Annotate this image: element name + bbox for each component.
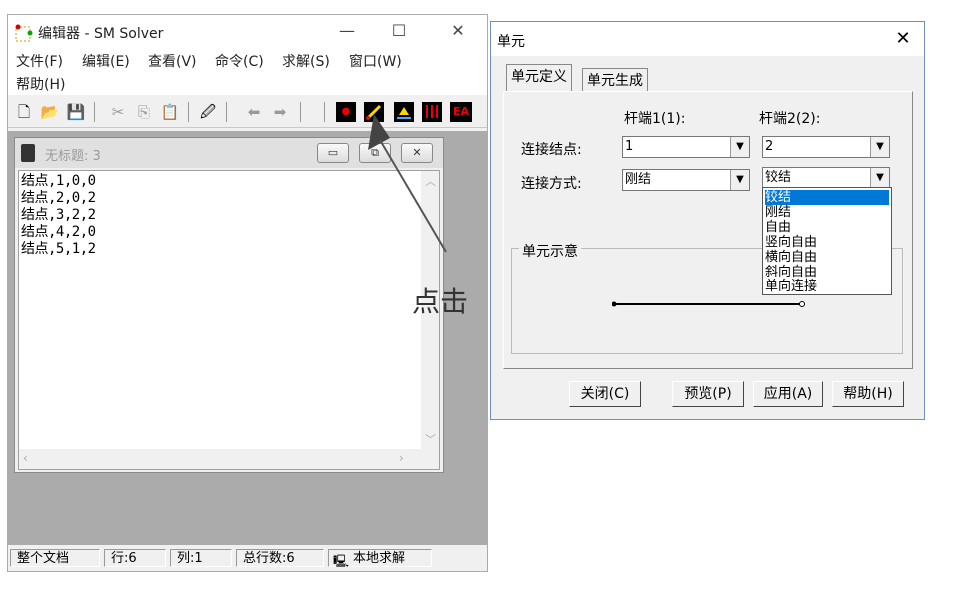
close-button[interactable]: ✕ [444,19,472,43]
end1-mode-select[interactable]: 刚结 ▼ [622,169,750,191]
save-icon[interactable]: 💾 [66,102,86,122]
preview-button[interactable]: 预览(P) [672,381,744,407]
toolbar-separator [324,102,325,122]
editor-title: 编辑器 - SM Solver [38,26,164,42]
editor-titlebar[interactable]: 编辑器 - SM Solver — ☐ ✕ [8,15,487,49]
end1-node-value: 1 [625,139,634,154]
tab-element-definition[interactable]: 单元定义 [506,64,572,91]
menu-edit[interactable]: 编辑(E) [82,51,130,71]
dropdown-option[interactable]: 刚结 [765,205,889,220]
close-dialog-button[interactable]: 关闭(C) [569,381,641,407]
chevron-down-icon[interactable]: ▼ [870,137,889,157]
status-bar: 整个文档 行:6 列:1 总行数:6 本地求解 🖳 [8,547,487,571]
open-folder-icon[interactable]: 📂 [40,102,60,122]
tab-element-generation[interactable]: 单元生成 [582,68,648,92]
dropdown-option[interactable]: 铰结 [765,190,889,205]
document-icon [21,144,35,162]
document-title: 无标题: 3 [45,149,101,164]
dialog-titlebar[interactable]: 单元 ✕ [491,22,924,56]
status-scope: 整个文档 [10,549,100,567]
preview-group-label: 单元示意 [519,241,581,261]
menu-window[interactable]: 窗口(W) [349,51,402,71]
node-label: 连接结点: [521,142,582,158]
doc-minimize-button[interactable]: ▭ [317,143,349,163]
status-column: 列:1 [170,549,232,567]
element-dialog: 单元 ✕ 单元定义 单元生成 杆端1(1): 杆端2(2): 连接结点: 连接方… [490,21,925,420]
chevron-down-icon[interactable]: ▼ [870,168,889,188]
text-line: 结点,2,0,2 [21,190,96,206]
text-line: 结点,4,2,0 [21,224,96,240]
dropdown-option[interactable]: 自由 [765,220,889,235]
chevron-down-icon[interactable]: ▼ [730,170,749,190]
end1-node-select[interactable]: 1 ▼ [622,136,750,158]
minimize-button[interactable]: — [333,19,361,43]
menubar: 文件(F) 编辑(E) 查看(V) 命令(C) 求解(S) 窗口(W) 帮助(H… [8,49,487,95]
callout-arrow [368,114,447,253]
new-file-icon[interactable]: 🗋 [14,102,34,122]
app-icon [15,24,33,42]
toolbar-separator [188,102,189,122]
chevron-down-icon[interactable]: ▼ [730,137,749,157]
text-line: 结点,1,0,0 [21,173,96,189]
element-preview-drawing [612,301,805,307]
menu-solve[interactable]: 求解(S) [282,51,330,71]
scroll-left-icon[interactable]: ‹ [23,451,28,465]
forward-arrow-icon[interactable]: ➡ [270,102,290,122]
dropdown-option[interactable]: 竖向自由 [765,235,889,250]
dropdown-option[interactable]: 横向自由 [765,250,889,265]
edit-document-icon[interactable]: 🖉 [198,102,218,122]
dialog-title: 单元 [497,34,525,50]
menu-file[interactable]: 文件(F) [16,51,63,71]
mode-label: 连接方式: [521,176,582,192]
computer-icon: 🖳 [333,554,350,568]
callout-label: 点击 [412,285,469,318]
status-total-lines: 总行数:6 [236,549,324,567]
menu-help[interactable]: 帮助(H) [16,74,65,94]
end2-node-select[interactable]: 2 ▼ [762,136,890,158]
end2-node-value: 2 [765,139,774,154]
node-tool-icon[interactable]: ● [336,102,356,122]
back-arrow-icon[interactable]: ⬅ [244,102,264,122]
scroll-right-icon[interactable]: › [399,451,404,465]
horizontal-scrollbar[interactable]: ‹ › [19,449,439,469]
end1-mode-value: 刚结 [625,172,652,187]
text-line: 结点,3,2,2 [21,207,96,223]
dialog-close-icon[interactable]: ✕ [889,26,917,52]
toolbar-separator [226,102,227,122]
menu-command[interactable]: 命令(C) [215,51,264,71]
text-line: 结点,5,1,2 [21,241,96,257]
end1-header: 杆端1(1): [624,111,686,127]
copy-icon[interactable]: ⎘ [134,102,154,122]
toolbar-separator [300,102,301,122]
text-content: 结点,1,0,0 结点,2,0,2 结点,3,2,2 结点,4,2,0 结点,5… [21,173,96,258]
end2-header: 杆端2(2): [759,111,821,127]
end2-mode-select[interactable]: 铰结 ▼ [762,167,890,189]
cut-icon[interactable]: ✂ [108,102,128,122]
maximize-button[interactable]: ☐ [385,19,413,43]
end2-mode-value: 铰结 [765,170,792,185]
paste-icon[interactable]: 📋 [160,102,180,122]
apply-button[interactable]: 应用(A) [753,381,823,407]
dropdown-option[interactable]: 斜向自由 [765,265,889,280]
status-line: 行:6 [104,549,166,567]
help-button[interactable]: 帮助(H) [832,381,904,407]
mode-dropdown-list[interactable]: 铰结 刚结 自由 竖向自由 横向自由 斜向自由 单向连接 [762,187,892,295]
dropdown-option[interactable]: 单向连接 [765,279,889,294]
toolbar-separator [94,102,95,122]
menu-view[interactable]: 查看(V) [148,51,197,71]
scroll-down-icon[interactable]: ﹀ [425,431,436,447]
